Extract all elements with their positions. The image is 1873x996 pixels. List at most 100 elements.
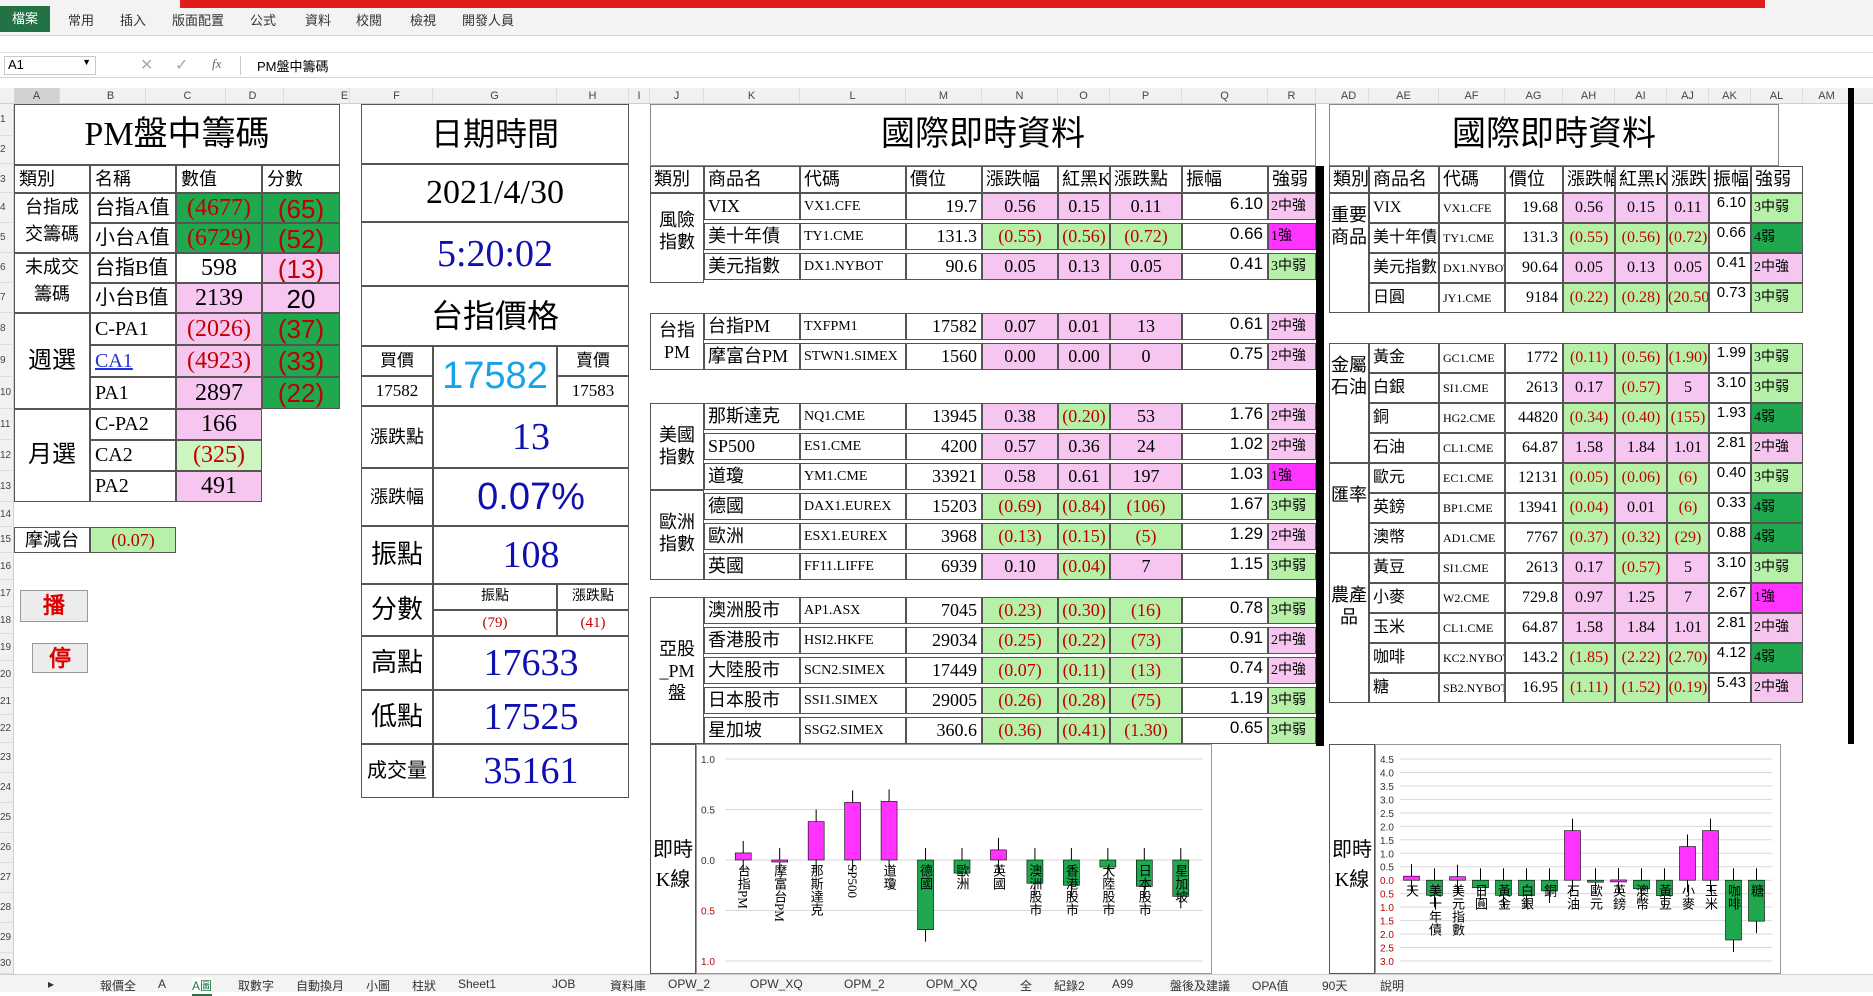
column-header[interactable]: J bbox=[650, 88, 704, 104]
column-header[interactable]: E bbox=[340, 88, 350, 104]
ribbon-tab-view[interactable]: 檢視 bbox=[410, 10, 436, 29]
row-header[interactable]: 1 bbox=[0, 104, 14, 136]
function-icon[interactable]: fx bbox=[212, 56, 221, 72]
column-header[interactable]: M bbox=[906, 88, 982, 104]
column-header[interactable]: H bbox=[557, 88, 629, 104]
row-header[interactable]: 19 bbox=[0, 634, 14, 661]
ribbon-tab-home[interactable]: 常用 bbox=[68, 10, 94, 29]
sheet-tab[interactable]: 報價全 bbox=[100, 977, 136, 994]
sheet-tab[interactable]: 紀錄2 bbox=[1054, 977, 1085, 994]
row-header[interactable]: 20 bbox=[0, 661, 14, 688]
sheet-tab[interactable]: 90天 bbox=[1322, 977, 1347, 994]
row-header[interactable]: 15 bbox=[0, 527, 14, 553]
column-header[interactable]: AE bbox=[1369, 88, 1439, 104]
amplitude: 2.67 bbox=[1709, 583, 1751, 613]
row-header[interactable]: 12 bbox=[0, 440, 14, 471]
row-header[interactable]: 28 bbox=[0, 893, 14, 923]
column-header[interactable]: AG bbox=[1505, 88, 1563, 104]
ribbon-tab-layout[interactable]: 版面配置 bbox=[172, 10, 224, 29]
row-header[interactable]: 16 bbox=[0, 553, 14, 580]
sheet-tab[interactable]: OPA值 bbox=[1252, 977, 1288, 994]
sheet-tab[interactable]: OPM_XQ bbox=[926, 977, 977, 991]
column-header[interactable]: AM bbox=[1803, 88, 1851, 104]
row-header[interactable]: 21 bbox=[0, 688, 14, 715]
ribbon-tab-developer[interactable]: 開發人員 bbox=[462, 10, 514, 29]
row-header[interactable]: 27 bbox=[0, 863, 14, 893]
chevron-down-icon[interactable]: ▼ bbox=[82, 57, 91, 67]
row-header[interactable]: 3 bbox=[0, 166, 14, 193]
row-header[interactable]: 29 bbox=[0, 923, 14, 953]
file-tab[interactable]: 檔案 bbox=[0, 6, 50, 32]
sheet-tab[interactable]: 自動換月 bbox=[296, 977, 344, 994]
ribbon-tab-data[interactable]: 資料 bbox=[305, 10, 331, 29]
confirm-icon[interactable]: ✓ bbox=[175, 55, 188, 75]
column-header[interactable]: Q bbox=[1182, 88, 1268, 104]
sheet-tab[interactable]: 小圖 bbox=[366, 977, 390, 994]
ribbon-tab-formulas[interactable]: 公式 bbox=[250, 10, 276, 29]
column-header[interactable]: D bbox=[222, 88, 284, 104]
name-box[interactable]: A1 ▼ bbox=[4, 56, 96, 75]
column-header[interactable]: AF bbox=[1439, 88, 1505, 104]
sheet-tab[interactable]: OPW_2 bbox=[668, 977, 710, 991]
row-header[interactable]: 17 bbox=[0, 580, 14, 607]
sheet-tab[interactable]: Sheet1 bbox=[458, 977, 496, 991]
sheet-tab[interactable]: A bbox=[158, 977, 166, 991]
sheet-tab[interactable]: 說明 bbox=[1380, 977, 1404, 994]
row-header[interactable]: 22 bbox=[0, 715, 14, 743]
column-header[interactable]: I bbox=[629, 88, 650, 104]
column-header[interactable]: AL bbox=[1751, 88, 1803, 104]
column-header[interactable]: R bbox=[1268, 88, 1316, 104]
row-name[interactable]: CA1 bbox=[90, 345, 176, 377]
row-header[interactable]: 9 bbox=[0, 345, 14, 377]
column-header[interactable]: C bbox=[150, 88, 226, 104]
sheet-tab[interactable]: 全 bbox=[1020, 977, 1032, 994]
column-header[interactable]: G bbox=[433, 88, 557, 104]
sheet-tab[interactable]: 取數字 bbox=[238, 977, 274, 994]
column-header[interactable]: AI bbox=[1615, 88, 1667, 104]
column-header[interactable]: AD bbox=[1329, 88, 1369, 104]
sheet-tab[interactable]: 柱狀 bbox=[412, 977, 436, 994]
play-button[interactable]: 播 bbox=[20, 590, 88, 622]
column-header[interactable]: F bbox=[361, 88, 433, 104]
column-header[interactable]: AJ bbox=[1667, 88, 1709, 104]
scroll-right-icon[interactable]: ▸ bbox=[48, 977, 54, 991]
row-header[interactable]: 8 bbox=[0, 313, 14, 345]
column-header[interactable]: AK bbox=[1709, 88, 1751, 104]
column-header[interactable]: P bbox=[1110, 88, 1182, 104]
column-header[interactable]: B bbox=[76, 88, 146, 104]
sheet-tab[interactable]: A99 bbox=[1112, 977, 1133, 991]
row-header[interactable]: 23 bbox=[0, 743, 14, 773]
sheet-tab[interactable]: 盤後及建議 bbox=[1170, 977, 1230, 994]
product-name: 日本股市 bbox=[704, 687, 800, 714]
column-header[interactable]: L bbox=[800, 88, 906, 104]
column-header[interactable]: K bbox=[704, 88, 800, 104]
sheet-tab[interactable]: A圖 bbox=[192, 977, 213, 996]
sheet-tab[interactable]: JOB bbox=[552, 977, 575, 991]
row-header[interactable]: 26 bbox=[0, 833, 14, 863]
row-header[interactable]: 25 bbox=[0, 803, 14, 833]
row-header[interactable]: 13 bbox=[0, 471, 14, 502]
row-header[interactable]: 18 bbox=[0, 607, 14, 634]
row-header[interactable]: 11 bbox=[0, 409, 14, 440]
stop-button[interactable]: 停 bbox=[32, 643, 88, 673]
formula-input[interactable]: PM盤中籌碼 bbox=[240, 56, 1860, 75]
column-header[interactable]: N bbox=[982, 88, 1058, 104]
column-header[interactable]: AH bbox=[1563, 88, 1615, 104]
row-header[interactable]: 7 bbox=[0, 283, 14, 313]
column-header[interactable]: O bbox=[1058, 88, 1110, 104]
row-header[interactable]: 30 bbox=[0, 953, 14, 974]
row-header[interactable]: 5 bbox=[0, 223, 14, 253]
ribbon-tab-review[interactable]: 校閱 bbox=[356, 10, 382, 29]
row-header[interactable]: 10 bbox=[0, 377, 14, 409]
cancel-icon[interactable]: ✕ bbox=[140, 55, 153, 75]
sheet-tab[interactable]: OPM_2 bbox=[844, 977, 885, 991]
sheet-tab[interactable]: OPW_XQ bbox=[750, 977, 803, 991]
row-header[interactable]: 2 bbox=[0, 136, 14, 164]
row-header[interactable]: 14 bbox=[0, 502, 14, 527]
row-header[interactable]: 24 bbox=[0, 773, 14, 803]
column-header[interactable]: A bbox=[14, 88, 60, 104]
ribbon-tab-insert[interactable]: 插入 bbox=[120, 10, 146, 29]
row-header[interactable]: 4 bbox=[0, 193, 14, 223]
row-header[interactable]: 6 bbox=[0, 253, 14, 283]
sheet-tab[interactable]: 資料庫 bbox=[610, 977, 646, 994]
